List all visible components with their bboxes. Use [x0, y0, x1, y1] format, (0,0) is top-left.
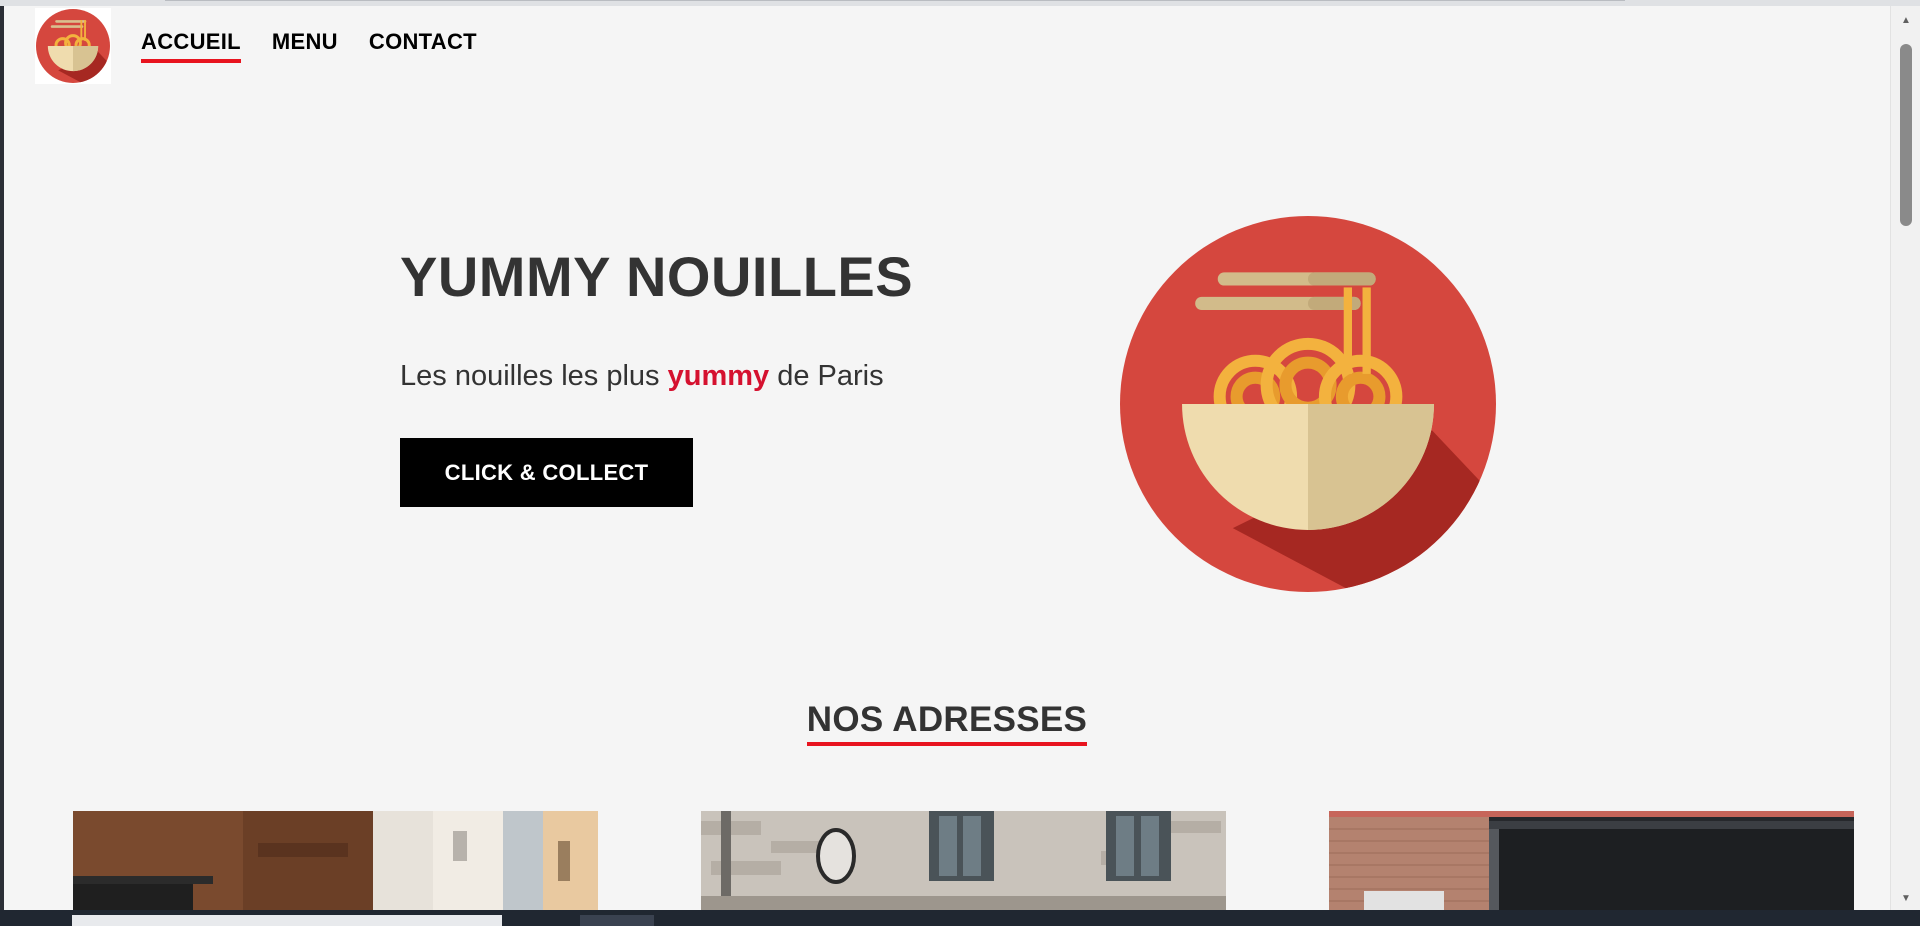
restaurant-facade-image	[701, 811, 1226, 910]
hero-subtitle-highlight: yummy	[667, 360, 770, 392]
addresses-section-title: NOS ADRESSES	[4, 700, 1890, 746]
addresses-title: NOS ADRESSES	[806, 700, 1088, 746]
hero-subtitle-after: de Paris	[777, 360, 884, 392]
address-card-image-2[interactable]	[701, 811, 1226, 910]
nav-link-contact[interactable]: CONTACT	[369, 29, 477, 63]
restaurant-facade-image	[73, 811, 598, 910]
address-card-image-3[interactable]	[1329, 811, 1854, 910]
taskbar	[0, 910, 1920, 926]
click-collect-button[interactable]: CLICK & COLLECT	[400, 438, 693, 507]
scroll-up-icon[interactable]: ▲	[1891, 12, 1920, 30]
scroll-down-icon[interactable]: ▼	[1891, 890, 1920, 908]
scrollbar-thumb[interactable]	[1900, 44, 1912, 226]
nav-link-menu[interactable]: MENU	[272, 29, 338, 63]
vertical-scrollbar[interactable]: ▲ ▼	[1890, 6, 1920, 910]
taskbar-search-box[interactable]	[72, 915, 502, 926]
taskbar-app-button[interactable]	[580, 915, 654, 926]
nav-link-accueil[interactable]: ACCUEIL	[141, 29, 241, 63]
address-card-image-1[interactable]	[73, 811, 598, 910]
page-viewport: ACCUEIL MENU CONTACT YUMMY NOUILLES Les …	[4, 6, 1890, 910]
noodle-bowl-icon	[36, 9, 110, 83]
logo[interactable]	[35, 8, 111, 84]
hero-title: YUMMY NOUILLES	[400, 245, 914, 308]
navbar: ACCUEIL MENU CONTACT	[35, 8, 508, 84]
hero-subtitle: Les nouilles les plus yummy de Paris	[400, 360, 884, 393]
hero-subtitle-before: Les nouilles les plus	[400, 360, 660, 392]
nav-links: ACCUEIL MENU CONTACT	[141, 29, 508, 63]
noodle-bowl-icon	[1120, 216, 1496, 592]
restaurant-facade-image	[1329, 811, 1854, 910]
